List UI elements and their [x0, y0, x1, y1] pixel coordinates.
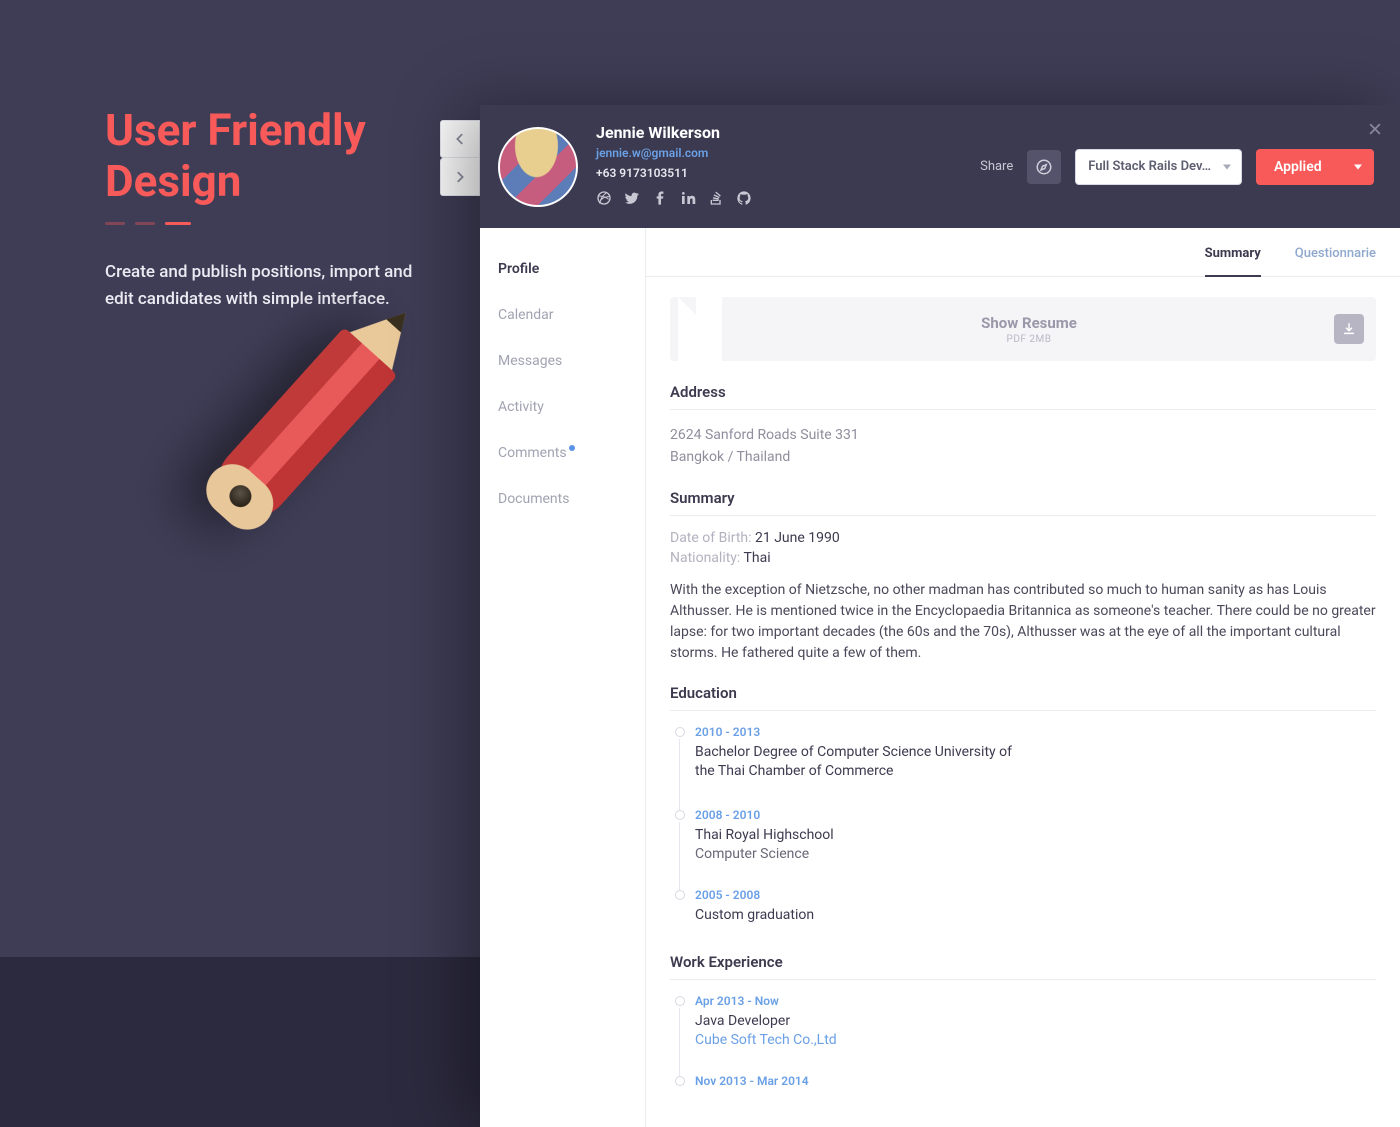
candidate-email[interactable]: jennie.w@gmail.com [596, 146, 962, 160]
status-dropdown[interactable]: Applied [1256, 149, 1374, 185]
show-resume-button[interactable]: Show Resume PDF 2MB [670, 297, 1376, 361]
avatar [498, 127, 578, 207]
twitter-icon[interactable] [624, 190, 640, 210]
document-icon [670, 297, 724, 361]
candidate-panel: Jennie Wilkerson jennie.w@gmail.com +63 … [480, 105, 1400, 1127]
download-resume-button[interactable] [1334, 314, 1364, 344]
company-link[interactable]: Cube Soft Tech Co.,Ltd [695, 1032, 1376, 1048]
section-education-title: Education [670, 684, 1376, 711]
timeline-item: 2005 - 2008 Custom graduation [675, 888, 1376, 934]
timeline-item: Apr 2013 - Now Java Developer Cube Soft … [675, 994, 1376, 1074]
linkedin-icon[interactable] [680, 190, 696, 210]
hero-title: User Friendly Design [105, 105, 445, 206]
close-panel-button[interactable] [1368, 121, 1382, 140]
dob-row: Date of Birth: 21 June 1990 [670, 530, 1376, 546]
stackoverflow-icon[interactable] [708, 190, 724, 210]
resume-title: Show Resume [724, 314, 1334, 332]
summary-text: With the exception of Nietzsche, no othe… [670, 580, 1376, 664]
facebook-icon[interactable] [652, 190, 668, 210]
dribbble-icon[interactable] [596, 190, 612, 210]
candidate-phone: +63 9173103511 [596, 166, 962, 180]
side-tab-documents[interactable]: Documents [480, 482, 645, 516]
timeline-item: 2010 - 2013 Bachelor Degree of Computer … [675, 725, 1376, 808]
timeline-item: 2008 - 2010 Thai Royal Highschool Comput… [675, 808, 1376, 888]
compass-button[interactable] [1027, 150, 1061, 184]
tab-questionnarie[interactable]: Questionnarie [1295, 246, 1376, 276]
candidate-name: Jennie Wilkerson [596, 123, 962, 142]
resume-meta: PDF 2MB [724, 334, 1334, 345]
side-tab-comments[interactable]: Comments [480, 436, 645, 470]
nationality-row: Nationality: Thai [670, 550, 1376, 566]
social-links [596, 190, 962, 210]
timeline-item: Nov 2013 - Mar 2014 [675, 1074, 1376, 1100]
side-tab-messages[interactable]: Messages [480, 344, 645, 378]
share-label: Share [980, 159, 1013, 174]
next-candidate-button[interactable] [440, 158, 480, 196]
section-summary-title: Summary [670, 489, 1376, 516]
education-timeline: 2010 - 2013 Bachelor Degree of Computer … [675, 725, 1376, 933]
address-line1: 2624 Sanford Roads Suite 331 [670, 424, 1376, 446]
address-line2: Bangkok / Thailand [670, 446, 1376, 468]
side-tab-activity[interactable]: Activity [480, 390, 645, 424]
side-tab-profile[interactable]: Profile [480, 252, 645, 286]
tab-summary[interactable]: Summary [1205, 246, 1261, 277]
work-timeline: Apr 2013 - Now Java Developer Cube Soft … [675, 994, 1376, 1100]
section-address-title: Address [670, 383, 1376, 410]
github-icon[interactable] [736, 190, 752, 210]
notification-dot-icon [569, 445, 575, 451]
hero-indicator [105, 222, 445, 225]
side-tab-calendar[interactable]: Calendar [480, 298, 645, 332]
prev-candidate-button[interactable] [440, 120, 480, 158]
section-work-title: Work Experience [670, 953, 1376, 980]
position-dropdown[interactable]: Full Stack Rails Dev… [1075, 149, 1242, 185]
